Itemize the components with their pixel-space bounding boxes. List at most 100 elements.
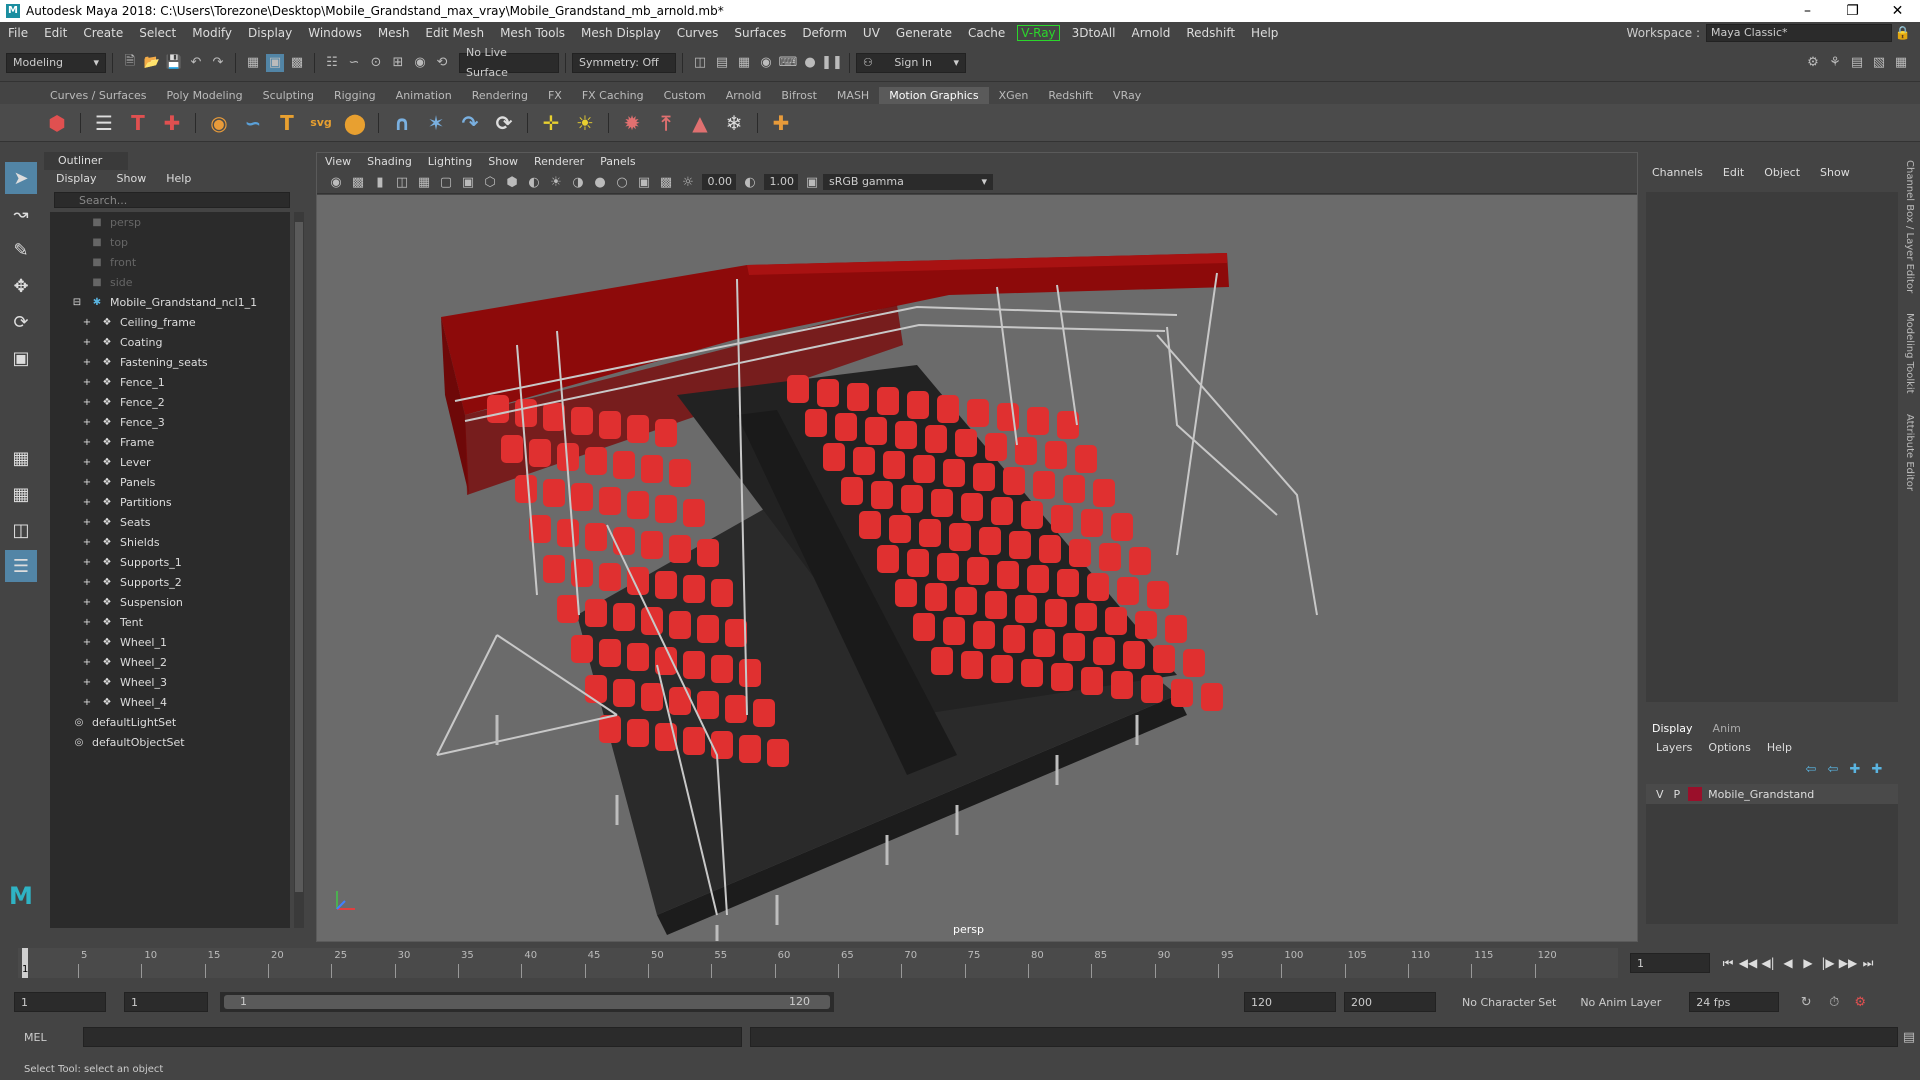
expand-icon[interactable]: + xyxy=(80,496,94,508)
expand-icon[interactable]: + xyxy=(80,316,94,328)
viewport-menu-shading[interactable]: Shading xyxy=(367,153,412,171)
step-back-key-icon[interactable]: ◀◀ xyxy=(1738,953,1758,973)
svg-icon[interactable]: svg xyxy=(307,109,335,137)
bend-icon[interactable]: ↷ xyxy=(456,109,484,137)
expand-icon[interactable]: + xyxy=(80,456,94,468)
layer-visibility-toggle[interactable]: V xyxy=(1656,788,1664,801)
side-tab-modeling-toolkit[interactable]: Modeling Toolkit xyxy=(1904,313,1915,394)
arnold-render-icon[interactable]: ● xyxy=(801,54,819,72)
wireframe-icon[interactable]: ⬡ xyxy=(481,173,499,191)
step-back-frame-icon[interactable]: ◀| xyxy=(1758,953,1778,973)
viewport-menu-panels[interactable]: Panels xyxy=(600,153,635,171)
attribute-editor-icon[interactable]: ▤ xyxy=(1848,54,1866,72)
shelf-tab-fx-caching[interactable]: FX Caching xyxy=(572,87,654,104)
expand-icon[interactable]: + xyxy=(80,576,94,588)
four-view-layout-icon[interactable]: ▦ xyxy=(5,478,37,510)
menu-file[interactable]: File xyxy=(0,26,36,40)
shelf-tab-poly-modeling[interactable]: Poly Modeling xyxy=(157,87,253,104)
shelf-tab-vray[interactable]: VRay xyxy=(1103,87,1151,104)
expand-icon[interactable]: + xyxy=(80,516,94,528)
menu-create[interactable]: Create xyxy=(75,26,131,40)
open-scene-icon[interactable]: 📂 xyxy=(143,54,161,72)
menu-cache[interactable]: Cache xyxy=(960,26,1013,40)
new-scene-icon[interactable]: 🗎 xyxy=(121,54,139,72)
shelf-tab-arnold[interactable]: Arnold xyxy=(716,87,772,104)
menu-mesh-display[interactable]: Mesh Display xyxy=(573,26,669,40)
menu-modify[interactable]: Modify xyxy=(184,26,240,40)
menu-vray[interactable]: V-Ray xyxy=(1017,25,1060,41)
shelf-tab-curves-surfaces[interactable]: Curves / Surfaces xyxy=(40,87,157,104)
shelf-tab-rendering[interactable]: Rendering xyxy=(462,87,538,104)
range-slider[interactable]: 1 120 xyxy=(220,992,834,1012)
render-settings-icon[interactable]: ▦ xyxy=(735,54,753,72)
tree-item[interactable]: + ❖ Wheel_1 xyxy=(50,632,290,652)
layer-tab-display[interactable]: Display xyxy=(1652,722,1693,735)
menu-arnold[interactable]: Arnold xyxy=(1123,26,1178,40)
add-node-icon[interactable]: ✚ xyxy=(158,109,186,137)
select-camera-icon[interactable]: ◉ xyxy=(327,173,345,191)
select-tool-icon[interactable]: ➤ xyxy=(5,162,37,194)
tree-item[interactable]: + ❖ Wheel_4 xyxy=(50,692,290,712)
particle-icon[interactable]: ✹ xyxy=(618,109,646,137)
expand-icon[interactable]: + xyxy=(80,356,94,368)
shelf-tab-custom[interactable]: Custom xyxy=(654,87,716,104)
hypershade-icon[interactable]: ◉ xyxy=(757,54,775,72)
move-layer-down-icon[interactable]: ⇦ xyxy=(1824,760,1842,778)
menu-edit[interactable]: Edit xyxy=(36,26,75,40)
tree-item-top[interactable]: ■ top xyxy=(50,232,290,252)
modeling-toolkit-icon[interactable]: ⚙ xyxy=(1804,54,1822,72)
restore-icon[interactable]: ❐ xyxy=(1830,3,1875,19)
outliner-menu-help[interactable]: Help xyxy=(166,170,191,188)
symmetry-dropdown[interactable]: Symmetry: Off xyxy=(572,52,676,73)
tree-item[interactable]: + ❖ Fence_3 xyxy=(50,412,290,432)
dynamics-icon[interactable]: ▲ xyxy=(686,109,714,137)
expand-icon[interactable]: + xyxy=(80,556,94,568)
playback-end-field[interactable]: 120 xyxy=(1244,992,1336,1012)
grid-icon[interactable]: ▦ xyxy=(415,173,433,191)
fps-dropdown[interactable]: 24 fps xyxy=(1689,992,1780,1012)
shelf-tab-redshift[interactable]: Redshift xyxy=(1038,87,1103,104)
motion-blur-icon[interactable]: ○ xyxy=(613,173,631,191)
shelf-tab-sculpting[interactable]: Sculpting xyxy=(253,87,324,104)
image-plane-icon[interactable]: ◫ xyxy=(393,173,411,191)
two-view-layout-icon[interactable]: ◫ xyxy=(5,514,37,546)
tree-item[interactable]: + ❖ Partitions xyxy=(50,492,290,512)
expand-icon[interactable]: + xyxy=(80,676,94,688)
lights-icon[interactable]: ☀ xyxy=(547,173,565,191)
snap-surface-icon[interactable]: ◉ xyxy=(411,54,429,72)
command-input[interactable] xyxy=(83,1027,742,1047)
menu-3dtoall[interactable]: 3DtoAll xyxy=(1064,26,1124,40)
channels-menu-object[interactable]: Object xyxy=(1764,166,1800,179)
expand-icon[interactable]: + xyxy=(80,376,94,388)
menu-help[interactable]: Help xyxy=(1243,26,1286,40)
layer-tab-anim[interactable]: Anim xyxy=(1713,722,1741,735)
menu-deform[interactable]: Deform xyxy=(794,26,855,40)
range-slider-handle[interactable] xyxy=(224,995,830,1009)
channels-menu-show[interactable]: Show xyxy=(1820,166,1850,179)
select-component-icon[interactable]: ▩ xyxy=(288,54,306,72)
snap-point-icon[interactable]: ⊙ xyxy=(367,54,385,72)
menu-display[interactable]: Display xyxy=(240,26,300,40)
outliner-menu-show[interactable]: Show xyxy=(117,170,147,188)
film-gate-icon[interactable]: ▢ xyxy=(437,173,455,191)
step-forward-key-icon[interactable]: ▶▶ xyxy=(1838,953,1858,973)
render-ipr-icon[interactable]: ▤ xyxy=(713,54,731,72)
expand-icon[interactable]: + xyxy=(80,436,94,448)
expand-icon[interactable]: + xyxy=(80,536,94,548)
side-tab-channel-box[interactable]: Channel Box / Layer Editor xyxy=(1904,160,1915,293)
new-layer-selected-icon[interactable]: ✚ xyxy=(1868,760,1886,778)
tree-item[interactable]: + ❖ Coating xyxy=(50,332,290,352)
type-icon[interactable]: T xyxy=(124,109,152,137)
tree-item[interactable]: + ❖ Fence_1 xyxy=(50,372,290,392)
expand-icon[interactable]: + xyxy=(80,336,94,348)
redo-icon[interactable]: ↷ xyxy=(209,54,227,72)
collapse-icon[interactable]: ⊟ xyxy=(70,296,84,308)
menu-mesh[interactable]: Mesh xyxy=(370,26,418,40)
outliner-search-input[interactable]: Search... xyxy=(54,192,290,208)
shelf-tab-motion-graphics[interactable]: Motion Graphics xyxy=(879,87,989,104)
start-time-field[interactable]: 1 xyxy=(14,992,106,1012)
expand-icon[interactable]: + xyxy=(80,616,94,628)
animation-preferences-icon[interactable]: ⚙ xyxy=(1851,993,1869,1011)
deformer-icon[interactable]: ✶ xyxy=(422,109,450,137)
tree-item[interactable]: + ❖ Lever xyxy=(50,452,290,472)
